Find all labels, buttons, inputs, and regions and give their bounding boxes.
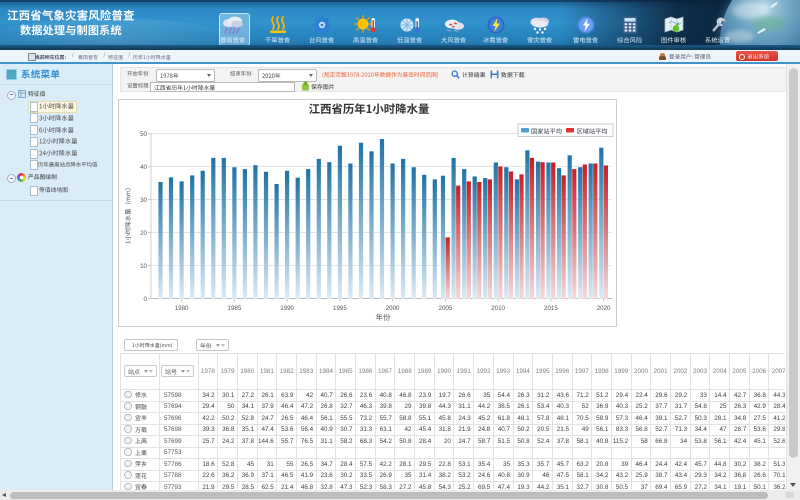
svg-text:1990: 1990 bbox=[280, 305, 294, 312]
svg-text:20: 20 bbox=[140, 230, 147, 237]
svg-text:0: 0 bbox=[144, 296, 148, 303]
svg-text:40: 40 bbox=[140, 164, 147, 171]
svg-text:1985: 1985 bbox=[228, 305, 242, 312]
svg-text:30: 30 bbox=[140, 197, 147, 204]
svg-text:1980: 1980 bbox=[175, 305, 189, 312]
svg-text:2010: 2010 bbox=[491, 305, 505, 312]
svg-text:2020: 2020 bbox=[597, 305, 611, 312]
svg-text:2005: 2005 bbox=[439, 305, 453, 312]
svg-text:2000: 2000 bbox=[386, 305, 400, 312]
svg-text:50: 50 bbox=[140, 131, 147, 138]
svg-text:10: 10 bbox=[140, 263, 147, 270]
svg-text:1995: 1995 bbox=[333, 305, 347, 312]
svg-text:2015: 2015 bbox=[544, 305, 558, 312]
